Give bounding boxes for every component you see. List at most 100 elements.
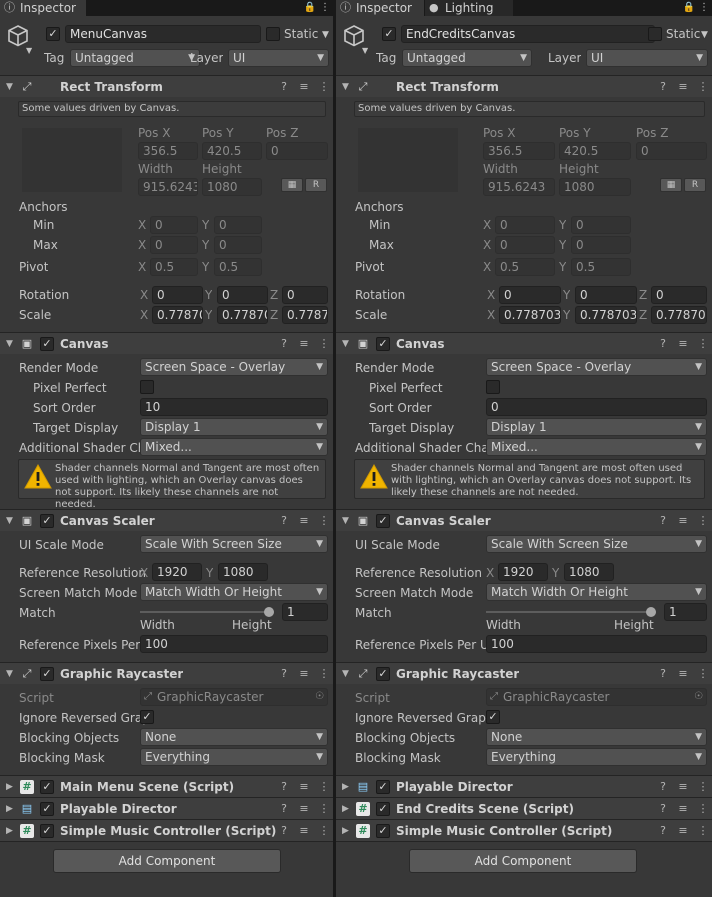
rotation-y-field[interactable]: 0 (575, 286, 637, 304)
tab-lighting[interactable]: ● Lighting (425, 0, 513, 16)
scale-x-field[interactable]: 0.77870 (152, 306, 203, 324)
additional-shader-channels-dropdown[interactable]: Mixed... ▼ (486, 438, 707, 456)
rotation-z-field[interactable]: 0 (651, 286, 707, 304)
more-menu-icon[interactable]: ⋮ (697, 0, 711, 16)
object-picker-icon[interactable]: ☉ (315, 690, 324, 704)
component-enabled-toggle[interactable]: ✓ (40, 824, 54, 838)
more-menu-icon[interactable]: ⋮ (696, 801, 710, 817)
target-display-dropdown[interactable]: Display 1 ▼ (486, 418, 707, 436)
foldout-arrow-icon[interactable]: ▶ (342, 781, 352, 793)
canvas-header[interactable]: ▼ ▣ ✓ Canvas? ≡ ⋮ (0, 332, 333, 354)
layer-dropdown[interactable]: UI ▼ (228, 49, 329, 67)
help-icon[interactable]: ? (277, 336, 291, 352)
match-slider-thumb[interactable] (264, 607, 274, 617)
blueprint-mode-button[interactable]: ▦ (281, 178, 303, 192)
tab-inspector[interactable]: ⓘ Inspector (336, 0, 424, 16)
help-icon[interactable]: ? (656, 823, 670, 839)
preset-sliders-icon[interactable]: ≡ (676, 79, 690, 95)
ignore-reversed-graphics-checkbox[interactable]: ✓ (486, 710, 500, 724)
additional-shader-channels-dropdown[interactable]: Mixed... ▼ (140, 438, 328, 456)
add-component-button[interactable]: Add Component (409, 849, 637, 873)
help-icon[interactable]: ? (277, 79, 291, 95)
rotation-y-field[interactable]: 0 (217, 286, 268, 304)
lock-icon[interactable]: 🔒 (682, 0, 696, 16)
object-picker-icon[interactable]: ☉ (694, 690, 703, 704)
match-slider-track[interactable] (486, 611, 656, 613)
add-component-button[interactable]: Add Component (53, 849, 281, 873)
preset-sliders-icon[interactable]: ≡ (676, 336, 690, 352)
graphic-raycaster-enabled-toggle[interactable]: ✓ (376, 667, 390, 681)
canvas-scaler-header[interactable]: ▼ ▣ ✓ Canvas Scaler? ≡ ⋮ (336, 509, 712, 531)
more-menu-icon[interactable]: ⋮ (696, 336, 710, 352)
component-enabled-toggle[interactable]: ✓ (40, 780, 54, 794)
component-enabled-toggle[interactable]: ✓ (376, 824, 390, 838)
more-menu-icon[interactable]: ⋮ (318, 0, 332, 16)
match-slider-thumb[interactable] (646, 607, 656, 617)
component-header[interactable]: ▶ # ✓ End Credits Scene (Script)? ≡ ⋮ (336, 797, 712, 819)
ref-res-y-field[interactable]: 1080 (564, 563, 614, 581)
lock-icon[interactable]: 🔒 (303, 0, 317, 16)
component-header[interactable]: ▶ # ✓ Simple Music Controller (Script)? ≡ ⋮ (0, 819, 333, 841)
icon-dropdown-arrow-icon[interactable]: ▼ (362, 44, 368, 58)
component-enabled-toggle[interactable]: ✓ (376, 780, 390, 794)
static-checkbox[interactable] (648, 27, 662, 41)
rotation-x-field[interactable]: 0 (499, 286, 561, 304)
blocking-objects-dropdown[interactable]: None ▼ (140, 728, 328, 746)
active-toggle[interactable]: ✓ (46, 27, 60, 41)
scale-y-field[interactable]: 0.778703 (575, 306, 637, 324)
preset-sliders-icon[interactable]: ≡ (676, 513, 690, 529)
canvas-enabled-toggle[interactable]: ✓ (376, 337, 390, 351)
sort-order-field[interactable]: 0 (486, 398, 707, 416)
raw-edit-button[interactable]: R (684, 178, 706, 192)
rect-transform-header[interactable]: ▼ ⤢ Rect Transform? ≡ ⋮ (336, 75, 712, 97)
rotation-x-field[interactable]: 0 (152, 286, 203, 304)
canvas-header[interactable]: ▼ ▣ ✓ Canvas? ≡ ⋮ (336, 332, 712, 354)
foldout-arrow-icon[interactable]: ▼ (6, 668, 16, 680)
blocking-objects-dropdown[interactable]: None ▼ (486, 728, 707, 746)
preset-sliders-icon[interactable]: ≡ (297, 666, 311, 682)
help-icon[interactable]: ? (277, 513, 291, 529)
component-header[interactable]: ▶ ▤ ✓ Playable Director? ≡ ⋮ (0, 797, 333, 819)
graphic-raycaster-header[interactable]: ▼ ⤢ ✓ Graphic Raycaster? ≡ ⋮ (0, 662, 333, 684)
target-display-dropdown[interactable]: Display 1 ▼ (140, 418, 328, 436)
component-enabled-toggle[interactable]: ✓ (40, 802, 54, 816)
more-menu-icon[interactable]: ⋮ (696, 513, 710, 529)
graphic-raycaster-enabled-toggle[interactable]: ✓ (40, 667, 54, 681)
match-value-field[interactable]: 1 (282, 603, 328, 621)
ref-res-y-field[interactable]: 1080 (218, 563, 268, 581)
preset-sliders-icon[interactable]: ≡ (297, 823, 311, 839)
rect-transform-header[interactable]: ▼ ⤢ Rect Transform? ≡ ⋮ (0, 75, 333, 97)
foldout-arrow-icon[interactable]: ▼ (6, 81, 16, 93)
blocking-mask-dropdown[interactable]: Everything ▼ (486, 748, 707, 766)
object-name-field[interactable]: EndCreditsCanvas (401, 25, 655, 43)
scale-y-field[interactable]: 0.77870 (217, 306, 268, 324)
screen-match-mode-dropdown[interactable]: Match Width Or Height ▼ (486, 583, 707, 601)
render-mode-dropdown[interactable]: Screen Space - Overlay ▼ (140, 358, 328, 376)
foldout-arrow-icon[interactable]: ▼ (6, 338, 16, 350)
rotation-z-field[interactable]: 0 (282, 286, 328, 304)
match-value-field[interactable]: 1 (664, 603, 707, 621)
foldout-arrow-icon[interactable]: ▼ (6, 515, 16, 527)
static-checkbox[interactable] (266, 27, 280, 41)
ref-res-x-field[interactable]: 1920 (152, 563, 202, 581)
layer-dropdown[interactable]: UI ▼ (586, 49, 708, 67)
more-menu-icon[interactable]: ⋮ (317, 779, 331, 795)
blueprint-mode-button[interactable]: ▦ (660, 178, 682, 192)
tab-inspector[interactable]: ⓘ Inspector (0, 0, 86, 16)
foldout-arrow-icon[interactable]: ▶ (6, 781, 16, 793)
more-menu-icon[interactable]: ⋮ (317, 801, 331, 817)
more-menu-icon[interactable]: ⋮ (317, 336, 331, 352)
component-header[interactable]: ▶ # ✓ Main Menu Scene (Script)? ≡ ⋮ (0, 775, 333, 797)
foldout-arrow-icon[interactable]: ▼ (342, 515, 352, 527)
foldout-arrow-icon[interactable]: ▼ (342, 81, 352, 93)
preset-sliders-icon[interactable]: ≡ (297, 779, 311, 795)
pixel-perfect-checkbox[interactable] (486, 380, 500, 394)
tag-dropdown[interactable]: Untagged ▼ (402, 49, 532, 67)
foldout-arrow-icon[interactable]: ▼ (342, 668, 352, 680)
foldout-arrow-icon[interactable]: ▶ (342, 803, 352, 815)
more-menu-icon[interactable]: ⋮ (696, 666, 710, 682)
tag-dropdown[interactable]: Untagged ▼ (70, 49, 200, 67)
raw-edit-button[interactable]: R (305, 178, 327, 192)
preset-sliders-icon[interactable]: ≡ (676, 823, 690, 839)
help-icon[interactable]: ? (656, 513, 670, 529)
